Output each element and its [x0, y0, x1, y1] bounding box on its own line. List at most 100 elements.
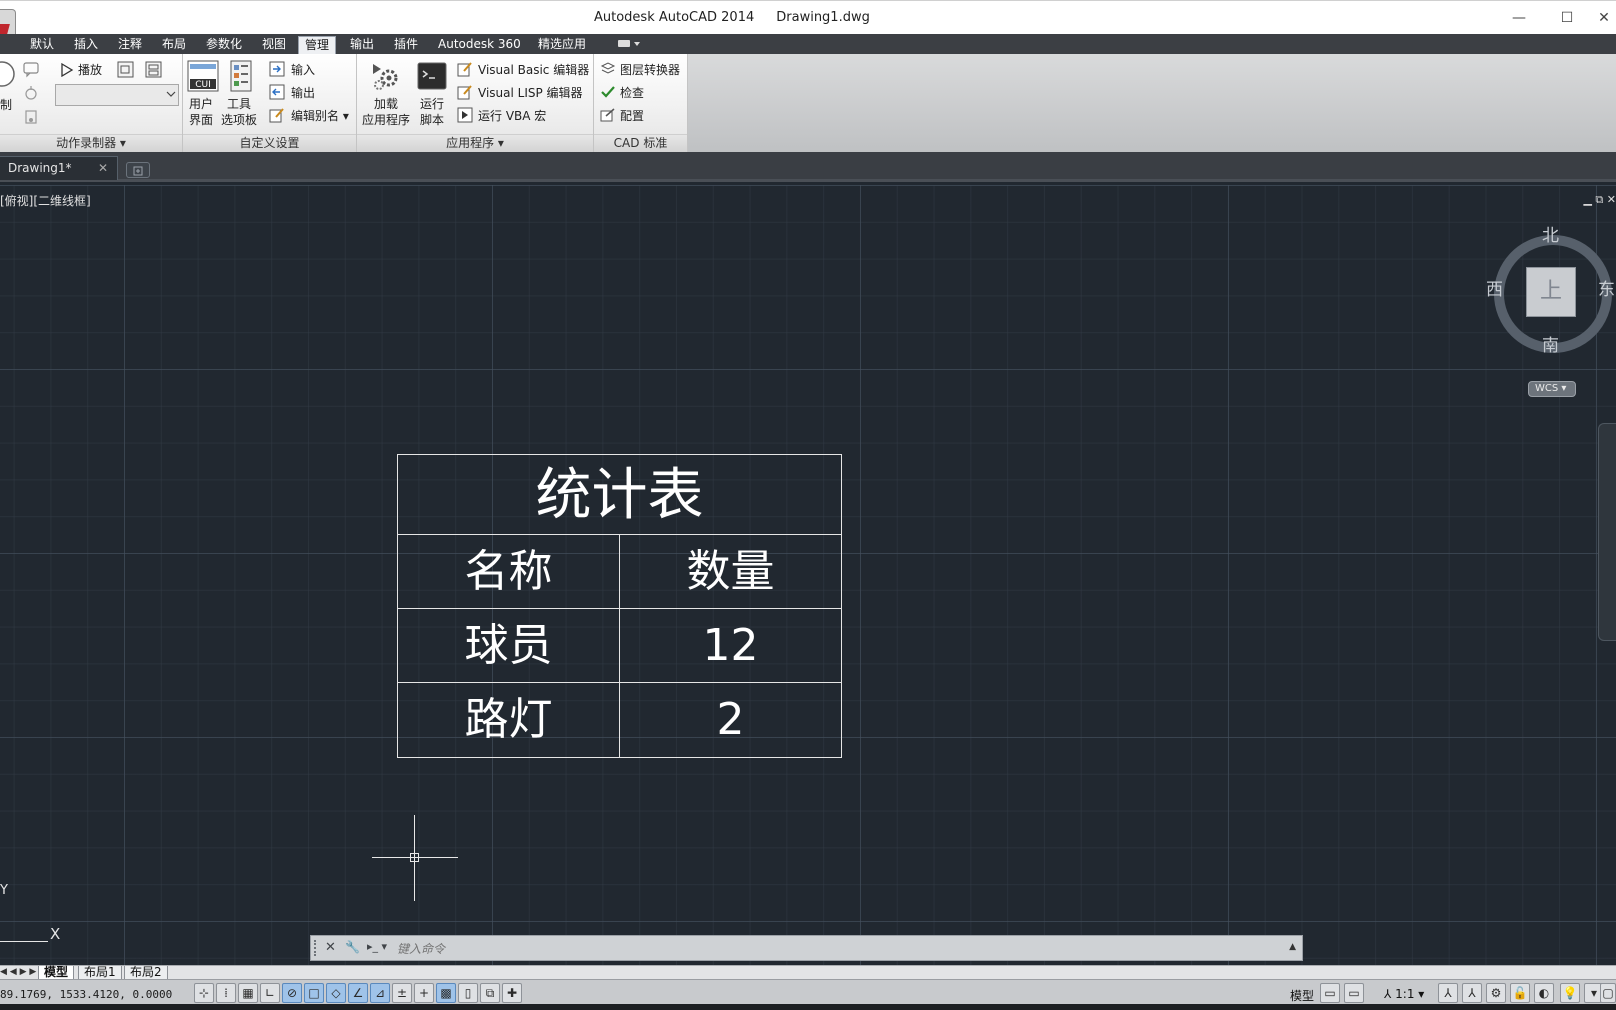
clean-screen-icon[interactable]: ▢ — [1600, 983, 1616, 1003]
ortho-mode-toggle[interactable]: ∟ — [260, 983, 280, 1003]
tab-autodesk-360[interactable]: Autodesk 360 — [432, 36, 527, 54]
panel-title-action-recorder[interactable]: 动作录制器 ▾ — [0, 134, 182, 152]
check-label[interactable]: 检查 — [620, 86, 644, 100]
insert-message-icon[interactable] — [22, 60, 40, 82]
minimize-button[interactable]: — — [1504, 7, 1534, 29]
drawing-canvas[interactable]: [俯视][二维线框] ▁ ⧉ ✕ 统计表 名称 数量 球员 12 路灯 2 Y … — [0, 185, 1616, 965]
lineweight-toggle[interactable]: + — [414, 983, 434, 1003]
grid-display-toggle[interactable]: ▦ — [238, 983, 258, 1003]
macro-select-dropdown[interactable] — [55, 84, 179, 110]
edit-aliases-icon[interactable] — [269, 107, 285, 127]
tab-layout[interactable]: 布局 — [156, 36, 192, 54]
close-tab-icon[interactable]: ✕ — [98, 161, 108, 175]
tool-palettes-icon[interactable] — [227, 60, 255, 96]
workspace-switching-icon[interactable]: ⚙ — [1486, 983, 1506, 1003]
tab-layout1[interactable]: 布局1 — [78, 966, 122, 980]
hardware-acceleration-icon[interactable]: ◐ — [1534, 983, 1554, 1003]
visual-basic-editor-icon[interactable] — [457, 61, 473, 81]
command-history-toggle-icon[interactable]: ▲ — [1289, 942, 1296, 952]
viewcube-top-face[interactable]: 上 — [1526, 267, 1576, 317]
selection-cycling-toggle[interactable]: ⧉ — [480, 983, 500, 1003]
object-snap-tracking-toggle[interactable]: ∠ — [348, 983, 368, 1003]
snap-mode-toggle[interactable]: ⁞ — [216, 983, 236, 1003]
run-script-icon[interactable] — [417, 62, 447, 94]
macro-preference-icon[interactable] — [116, 60, 136, 84]
import-label[interactable]: 输入 — [291, 63, 315, 77]
annotation-scale[interactable]: ⅄ 1:1 ▾ — [1384, 987, 1424, 1001]
quick-view-layouts-icon[interactable]: ▭ — [1320, 983, 1340, 1003]
document-tab-drawing1[interactable]: Drawing1* ✕ — [0, 156, 118, 180]
annotation-visibility-icon[interactable]: ⅄ — [1438, 983, 1458, 1003]
play-label[interactable]: 播放 — [78, 63, 102, 77]
viewport-controls-label[interactable]: [俯视][二维线框] — [0, 192, 91, 209]
run-vba-macro-label[interactable]: 运行 VBA 宏 — [478, 109, 546, 123]
maximize-button[interactable]: ☐ — [1552, 7, 1582, 29]
lock-ui-icon[interactable]: 🔓 — [1510, 983, 1530, 1003]
navigation-bar[interactable] — [1598, 423, 1616, 641]
export-label[interactable]: 输出 — [291, 86, 315, 100]
compass-west[interactable]: 西 — [1486, 275, 1503, 300]
request-input-icon[interactable] — [22, 84, 40, 106]
tab-view[interactable]: 视图 — [256, 36, 292, 54]
dynamic-ucs-toggle[interactable]: ⊿ — [370, 983, 390, 1003]
check-icon[interactable] — [600, 84, 616, 104]
object-snap-toggle[interactable]: □ — [304, 983, 324, 1003]
tab-plugins[interactable]: 插件 — [388, 36, 424, 54]
tab-featured-apps[interactable]: 精选应用 — [532, 36, 592, 54]
tab-output[interactable]: 输出 — [344, 36, 380, 54]
new-drawing-tab-button[interactable] — [126, 162, 150, 178]
close-button[interactable]: ✕ — [1592, 7, 1616, 29]
tab-model[interactable]: 模型 — [38, 966, 75, 980]
play-icon[interactable] — [60, 62, 74, 81]
edit-aliases-label[interactable]: 编辑别名 ▾ — [291, 109, 349, 123]
dynamic-input-toggle[interactable]: ± — [392, 983, 412, 1003]
tab-default[interactable]: 默认 — [24, 36, 60, 54]
annotation-monitor-toggle[interactable]: ✚ — [502, 983, 522, 1003]
load-application-icon[interactable] — [369, 60, 401, 96]
load-application-button[interactable]: 加载 应用程序 — [362, 96, 410, 128]
cui-icon[interactable]: CUI — [187, 60, 219, 96]
customize-icon[interactable]: 🔧 — [345, 940, 360, 954]
layer-translator-icon[interactable] — [600, 61, 616, 81]
run-vba-macro-icon[interactable] — [457, 107, 473, 127]
configure-label[interactable]: 配置 — [620, 109, 644, 123]
viewport-window-controls[interactable]: ▁ ⧉ ✕ — [1583, 193, 1616, 207]
transparency-toggle[interactable]: ▩ — [436, 983, 456, 1003]
layer-translator-label[interactable]: 图层转换器 — [620, 63, 680, 77]
recent-commands-icon[interactable]: ▸_ ▾ — [367, 940, 387, 953]
3d-object-snap-toggle[interactable]: ◇ — [326, 983, 346, 1003]
export-icon[interactable] — [269, 84, 285, 104]
tab-insert[interactable]: 插入 — [68, 36, 104, 54]
visual-lisp-editor-icon[interactable] — [457, 84, 473, 104]
command-input[interactable] — [397, 940, 1257, 957]
model-space-label[interactable]: 模型 — [1290, 987, 1314, 1004]
macro-manager-icon[interactable] — [144, 60, 164, 84]
compass-north[interactable]: 北 — [1542, 221, 1559, 246]
tab-parametric[interactable]: 参数化 — [200, 36, 248, 54]
infer-constraints-toggle[interactable]: ⊹ — [194, 983, 214, 1003]
auto-scale-icon[interactable]: ⅄ — [1462, 983, 1482, 1003]
quick-properties-toggle[interactable]: ▯ — [458, 983, 478, 1003]
close-command-line-icon[interactable]: ✕ — [325, 940, 336, 955]
configure-icon[interactable] — [600, 107, 616, 127]
quick-view-drawings-icon[interactable]: ▭ — [1344, 983, 1364, 1003]
tab-layout2[interactable]: 布局2 — [124, 966, 168, 980]
base-point-icon[interactable] — [22, 108, 40, 130]
tab-annotate[interactable]: 注释 — [112, 36, 148, 54]
record-icon[interactable] — [0, 60, 16, 96]
isolate-objects-icon[interactable]: 💡 — [1560, 983, 1580, 1003]
panel-title-applications[interactable]: 应用程序 ▾ — [357, 134, 593, 152]
run-script-button[interactable]: 运行 脚本 — [420, 96, 444, 128]
statistics-table[interactable]: 统计表 名称 数量 球员 12 路灯 2 — [397, 454, 842, 758]
compass-south[interactable]: 南 — [1542, 331, 1559, 356]
wcs-menu[interactable]: WCS ▾ — [1528, 381, 1576, 397]
visual-lisp-editor-label[interactable]: Visual LISP 编辑器 — [478, 86, 583, 100]
import-icon[interactable] — [269, 61, 285, 81]
layout-nav-arrows[interactable]: ◀ ◀ ▶ ▶ — [0, 966, 36, 979]
coordinate-readout[interactable]: 89.1769, 1533.4120, 0.0000 — [0, 988, 172, 1001]
polar-tracking-toggle[interactable]: ⊘ — [282, 983, 302, 1003]
user-interface-button[interactable]: 用户 界面 — [189, 96, 213, 128]
command-line-grip[interactable] — [314, 940, 318, 956]
tool-palettes-button[interactable]: 工具 选项板 — [221, 96, 257, 128]
ribbon-minimize-icon[interactable] — [616, 38, 644, 50]
